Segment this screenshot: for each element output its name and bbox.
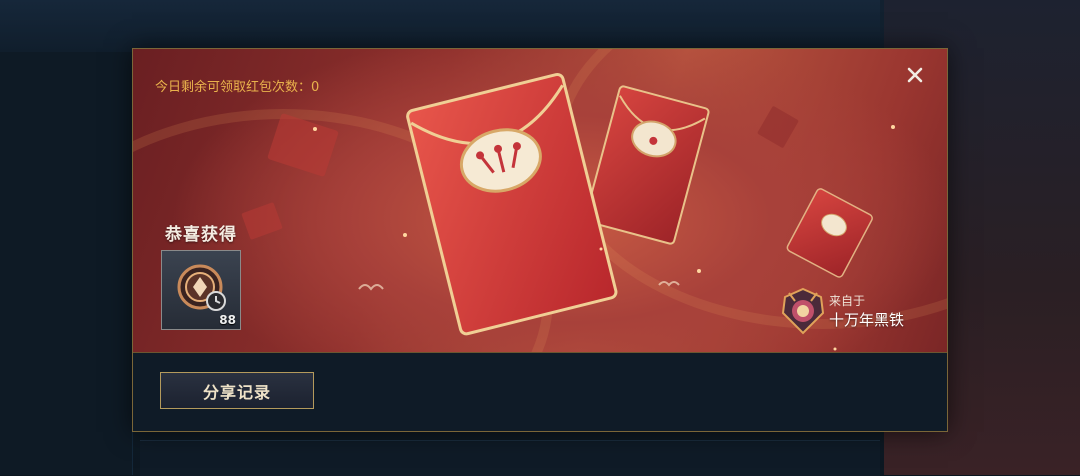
remaining-count-text: 今日剩余可领取红包次数：0 <box>155 80 320 95</box>
reward-item-count: 88 <box>219 313 236 327</box>
sender-name: 十万年黑铁 <box>829 311 905 329</box>
background-left-rail <box>0 52 133 475</box>
background-bottom-bar <box>140 440 880 476</box>
background-topbar <box>0 0 880 53</box>
share-record-button[interactable]: 分享记录 <box>160 372 314 409</box>
red-envelope-dialog: 今日剩余可领取红包次数：0 恭喜获得 88 来自于 十万年黑铁 分享记录 <box>132 48 948 432</box>
reward-banner: 今日剩余可领取红包次数：0 恭喜获得 88 来自于 十万年黑铁 <box>133 49 947 353</box>
sender-from-label: 来自于 <box>829 294 866 308</box>
rank-emblem-icon <box>781 287 825 335</box>
congrats-label: 恭喜获得 <box>165 225 237 245</box>
reward-item-slot[interactable]: 88 <box>161 250 241 330</box>
close-icon[interactable] <box>904 64 926 86</box>
